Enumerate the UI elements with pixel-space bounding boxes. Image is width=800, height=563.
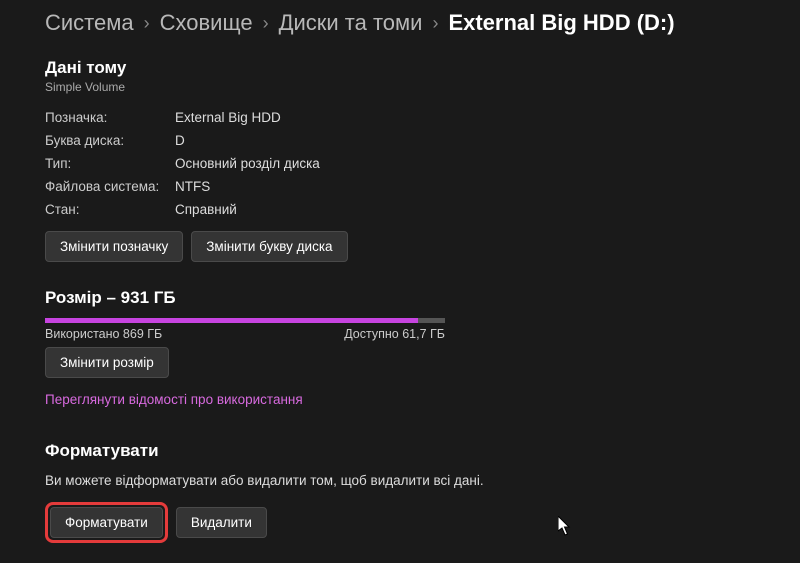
format-heading: Форматувати — [45, 441, 755, 461]
prop-val: D — [175, 133, 185, 148]
prop-key: Файлова система: — [45, 179, 175, 194]
resize-button[interactable]: Змінити розмір — [45, 347, 169, 378]
prop-type: Тип: Основний розділ диска — [45, 152, 755, 175]
breadcrumb-storage[interactable]: Сховище — [160, 10, 253, 36]
prop-val: Основний розділ диска — [175, 156, 320, 171]
used-label: Використано 869 ГБ — [45, 327, 162, 341]
prop-key: Буква диска: — [45, 133, 175, 148]
breadcrumb-disks[interactable]: Диски та томи — [279, 10, 423, 36]
storage-usage-bar — [45, 318, 445, 323]
format-button[interactable]: Форматувати — [50, 507, 163, 538]
chevron-right-icon: › — [263, 13, 269, 34]
delete-button[interactable]: Видалити — [176, 507, 267, 538]
format-description: Ви можете відформатувати або видалити то… — [45, 473, 755, 488]
view-usage-details-link[interactable]: Переглянути відомості про використання — [45, 392, 303, 407]
breadcrumb-current: External Big HDD (D:) — [448, 10, 674, 36]
prop-key: Позначка: — [45, 110, 175, 125]
volume-type-subtitle: Simple Volume — [45, 80, 755, 94]
prop-key: Тип: — [45, 156, 175, 171]
volume-data-heading: Дані тому — [45, 58, 755, 78]
change-label-button[interactable]: Змінити позначку — [45, 231, 183, 262]
size-heading: Розмір – 931 ГБ — [45, 288, 755, 308]
chevron-right-icon: › — [432, 13, 438, 34]
prop-filesystem: Файлова система: NTFS — [45, 175, 755, 198]
breadcrumb-system[interactable]: Система — [45, 10, 134, 36]
prop-key: Стан: — [45, 202, 175, 217]
change-drive-letter-button[interactable]: Змінити букву диска — [191, 231, 347, 262]
free-label: Доступно 61,7 ГБ — [344, 327, 445, 341]
chevron-right-icon: › — [144, 13, 150, 34]
prop-val: Справний — [175, 202, 237, 217]
prop-val: External Big HDD — [175, 110, 281, 125]
annotation-highlight: Форматувати — [45, 502, 168, 543]
prop-label: Позначка: External Big HDD — [45, 106, 755, 129]
volume-properties: Позначка: External Big HDD Буква диска: … — [45, 106, 755, 221]
breadcrumb: Система › Сховище › Диски та томи › Exte… — [45, 10, 755, 36]
prop-val: NTFS — [175, 179, 210, 194]
prop-drive-letter: Буква диска: D — [45, 129, 755, 152]
prop-status: Стан: Справний — [45, 198, 755, 221]
storage-usage-fill — [45, 318, 418, 323]
